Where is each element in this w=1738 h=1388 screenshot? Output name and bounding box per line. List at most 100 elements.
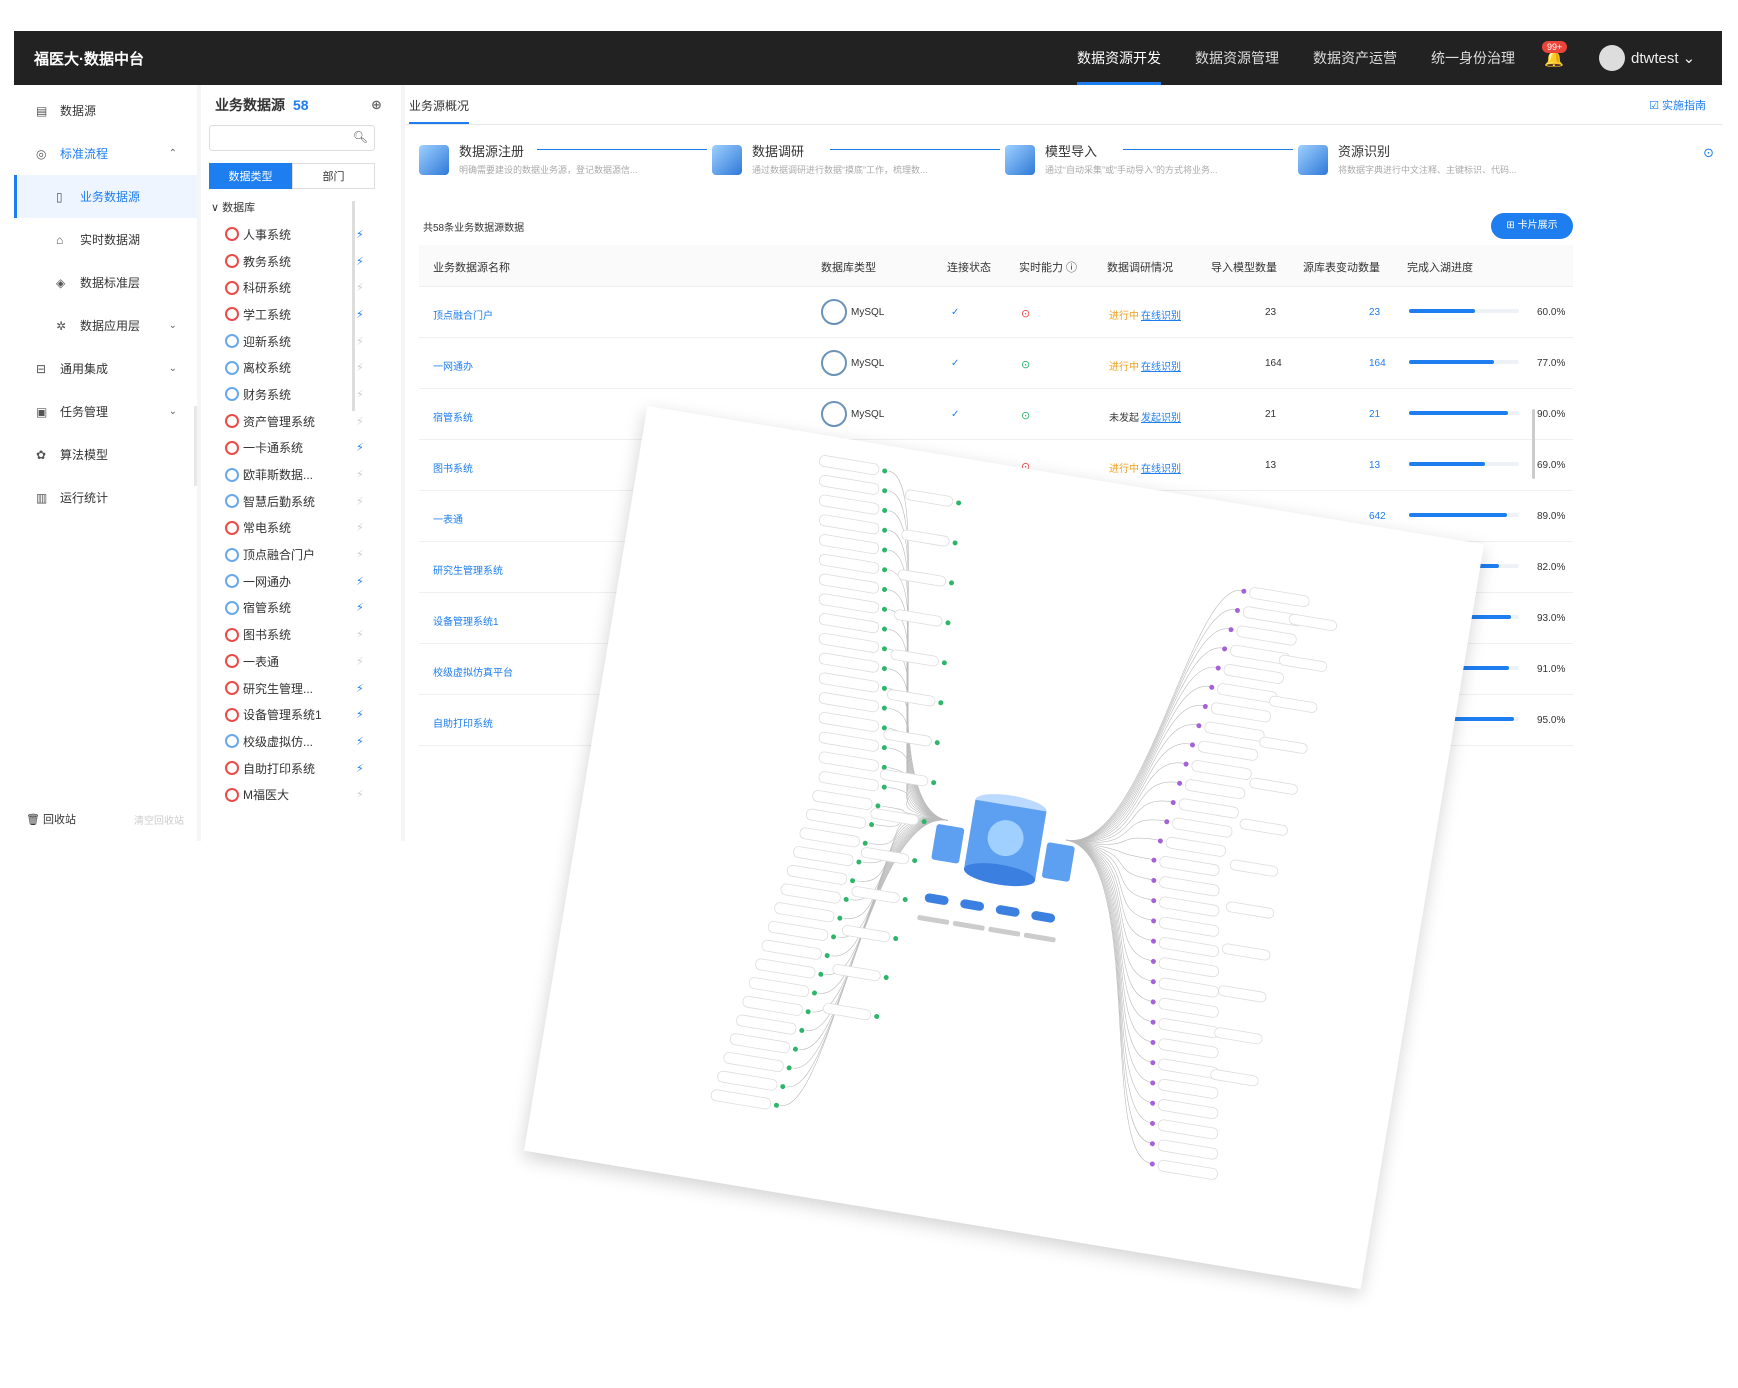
add-circle-icon[interactable]: ⊕ xyxy=(371,97,382,113)
guide-link[interactable]: ☑ 实施指南 xyxy=(1649,97,1706,113)
tree-leaf[interactable]: 校级虚拟仿... ⚡︎ xyxy=(201,728,401,755)
mindmap-node xyxy=(761,939,822,960)
top-nav-item[interactable]: 数据资源开发 xyxy=(1060,31,1178,85)
identify-link[interactable]: 在线识别 xyxy=(1141,307,1181,322)
datasource-name-link[interactable]: 研究生管理系统 xyxy=(433,562,503,577)
table-scrollbar[interactable] xyxy=(1532,409,1535,479)
tree-leaf[interactable]: M福医大 ⚡︎ xyxy=(201,781,401,808)
sidebar-item[interactable]: ▣ 任务管理 ⌄ xyxy=(14,390,197,433)
datasource-name-link[interactable]: 校级虚拟仿真平台 xyxy=(433,664,513,679)
main-tab-bar: 业务源概况 ☑ 实施指南 xyxy=(405,85,1722,125)
top-nav-item[interactable]: 数据资产运营 xyxy=(1296,31,1414,85)
tree-leaf[interactable]: 科研系统 ⚡︎ xyxy=(201,274,401,301)
mindmap-node xyxy=(742,995,803,1016)
sidebar-item[interactable]: ✿ 算法模型 xyxy=(14,433,197,476)
tree-leaf[interactable]: 宿管系统 ⚡︎ xyxy=(201,595,401,622)
mindmap-dot xyxy=(1150,1039,1156,1045)
tree-leaf-label: 研究生管理... xyxy=(243,681,314,696)
sidebar-item[interactable]: ▥ 运行统计 xyxy=(14,476,197,519)
tree-leaf[interactable]: 资产管理系统 ⚡︎ xyxy=(201,408,401,435)
tree-scrollbar[interactable] xyxy=(352,201,355,411)
tree-tab[interactable]: 部门 xyxy=(292,163,375,189)
datasource-name-link[interactable]: 宿管系统 xyxy=(433,409,473,424)
user-menu[interactable]: dtwtest ⌄ xyxy=(1599,45,1695,71)
mindmap-node xyxy=(1222,943,1271,961)
tree-tab[interactable]: 数据类型 xyxy=(209,163,292,189)
database-icon xyxy=(225,520,239,535)
chevron-icon[interactable]: ⌄ xyxy=(169,406,177,417)
identify-link[interactable]: 发起识别 xyxy=(1141,409,1181,424)
chevron-icon[interactable]: ⌄ xyxy=(169,363,177,374)
mindmap-dot xyxy=(952,540,958,546)
tree-leaf[interactable]: 学工系统 ⚡︎ xyxy=(201,301,401,328)
tree-leaf[interactable]: 顶点融合门户 ⚡︎ xyxy=(201,541,401,568)
gear-icon: ✿ xyxy=(36,447,47,462)
table-row[interactable]: 顶点融合门户 MySQL ✓ ⊙ 进行中 在线识别 23 23 60.0% xyxy=(419,287,1573,338)
identify-link[interactable]: 在线识别 xyxy=(1141,460,1181,475)
tree-root-database[interactable]: ∨ 数据库 xyxy=(211,199,401,215)
datasource-name-link[interactable]: 设备管理系统1 xyxy=(433,613,499,628)
tree-leaf[interactable]: 常电系统 ⚡︎ xyxy=(201,515,401,542)
tree-leaf[interactable]: 人事系统 ⚡︎ xyxy=(201,221,401,248)
database-icon xyxy=(225,360,239,375)
recycle-bin[interactable]: 🗑 回收站 xyxy=(26,811,76,827)
tree-leaf[interactable]: 一表通 ⚡︎ xyxy=(201,648,401,675)
tree-leaf[interactable]: 一卡通系统 ⚡︎ xyxy=(201,435,401,462)
chevron-icon[interactable]: ⌃ xyxy=(169,148,177,159)
sidebar-item[interactable]: ✲ 数据应用层 ⌄ xyxy=(14,304,197,347)
tree-count: 58 xyxy=(293,97,309,113)
mindmap-dot xyxy=(792,1046,798,1052)
tree-leaf[interactable]: 欧菲斯数据... ⚡︎ xyxy=(201,461,401,488)
change-count[interactable]: 642 xyxy=(1369,511,1386,522)
datasource-name-link[interactable]: 一表通 xyxy=(433,511,463,526)
datasource-name-link[interactable]: 自助打印系统 xyxy=(433,715,493,730)
table-row[interactable]: 一网通办 MySQL ✓ ⊙ 进行中 在线识别 164 164 77.0% xyxy=(419,338,1573,389)
db-type: MySQL xyxy=(851,358,885,369)
sidebar-item[interactable]: ◎ 标准流程 ⌃ xyxy=(14,132,197,175)
sidebar-item[interactable]: ▤ 数据源 xyxy=(14,89,197,132)
datasource-name-link[interactable]: 图书系统 xyxy=(433,460,473,475)
change-count[interactable]: 21 xyxy=(1369,409,1380,420)
search-icon[interactable]: 🔍︎ xyxy=(353,130,368,144)
change-count[interactable]: 23 xyxy=(1369,307,1380,318)
tree-leaf[interactable]: 离校系统 ⚡︎ xyxy=(201,354,401,381)
mindmap-dot xyxy=(956,500,962,506)
mindmap-node xyxy=(818,751,879,772)
sidebar-item[interactable]: ⌂ 实时数据湖 xyxy=(14,218,197,261)
datasource-name-link[interactable]: 顶点融合门户 xyxy=(433,307,493,322)
mindmap-node xyxy=(904,489,954,507)
mindmap-overlay xyxy=(524,405,1484,1290)
chevron-icon[interactable]: ⌄ xyxy=(169,320,177,331)
sidebar-item[interactable]: ⊟ 通用集成 ⌄ xyxy=(14,347,197,390)
datasource-name-link[interactable]: 一网通办 xyxy=(433,358,473,373)
tree-leaf-label: 一网通办 xyxy=(243,574,292,589)
sidebar-item[interactable]: ▯ 业务数据源 xyxy=(14,175,197,218)
tree-leaf[interactable]: 自助打印系统 ⚡︎ xyxy=(201,755,401,782)
top-nav-item[interactable]: 统一身份治理 xyxy=(1414,31,1532,85)
server-icon xyxy=(1042,842,1075,882)
change-count[interactable]: 13 xyxy=(1369,460,1380,471)
tree-leaf[interactable]: 一网通办 ⚡︎ xyxy=(201,568,401,595)
tree-leaf[interactable]: 设备管理系统1 ⚡︎ xyxy=(201,701,401,728)
database-icon xyxy=(225,707,239,722)
tab-overview[interactable]: 业务源概况 xyxy=(409,97,470,124)
step-title: 资源识别 xyxy=(1338,144,1391,159)
step-title: 模型导入 xyxy=(1045,144,1098,159)
mindmap-node xyxy=(1185,779,1246,800)
identify-link[interactable]: 在线识别 xyxy=(1141,358,1181,373)
tree-search-input[interactable]: 🔍︎ xyxy=(209,125,375,151)
top-nav-item[interactable]: 数据资源管理 xyxy=(1178,31,1296,85)
tree-leaf[interactable]: 迎新系统 ⚡︎ xyxy=(201,328,401,355)
tree-leaf[interactable]: 图书系统 ⚡︎ xyxy=(201,621,401,648)
sidebar-scrollbar[interactable] xyxy=(194,406,197,486)
table-row[interactable]: 宿管系统 MySQL ✓ ⊙ 未发起 发起识别 21 21 90.0% xyxy=(419,389,1573,440)
collapse-circle-icon[interactable]: ⊙ xyxy=(1703,145,1714,161)
tree-leaf[interactable]: 智慧后勤系统 ⚡︎ xyxy=(201,488,401,515)
empty-recycle-button[interactable]: 清空回收站 xyxy=(134,812,184,827)
tree-leaf[interactable]: 研究生管理... ⚡︎ xyxy=(201,675,401,702)
tree-leaf[interactable]: 教务系统 ⚡︎ xyxy=(201,248,401,275)
sidebar-item[interactable]: ◈ 数据标准层 xyxy=(14,261,197,304)
change-count[interactable]: 164 xyxy=(1369,358,1386,369)
tree-leaf[interactable]: 财务系统 ⚡︎ xyxy=(201,381,401,408)
card-view-button[interactable]: ⊞ 卡片展示 xyxy=(1491,213,1573,239)
